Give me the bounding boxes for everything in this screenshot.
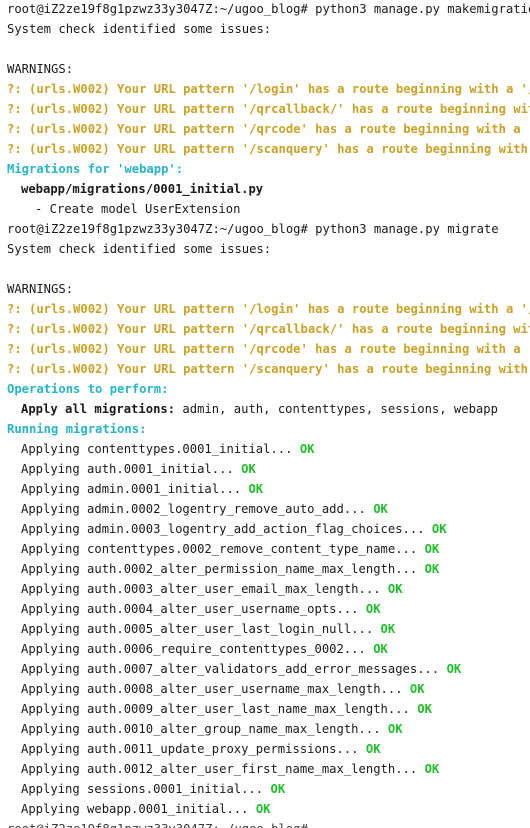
ok-status: OK bbox=[380, 622, 396, 636]
applying-text: Applying auth.0012_alter_user_first_name… bbox=[21, 762, 418, 776]
command-line-makemigrations: root@iZ2ze19f8g1pzwz33y3047Z:~/ugoo_blog… bbox=[7, 2, 530, 16]
applying-text: Applying auth.0008_alter_user_username_m… bbox=[21, 682, 403, 696]
applying-text: Applying auth.0007_alter_validators_add_… bbox=[21, 662, 440, 676]
ok-status: OK bbox=[365, 742, 381, 756]
running-migrations-heading: Running migrations: bbox=[7, 422, 147, 436]
ok-status: OK bbox=[373, 502, 388, 516]
ok-status: OK bbox=[424, 542, 440, 556]
warning-line: ?: (urls.W002) Your URL pattern '/login'… bbox=[7, 82, 530, 96]
applying-text: Applying contenttypes.0001_initial... bbox=[21, 442, 293, 456]
applying-text: Applying auth.0003_alter_user_email_max_… bbox=[21, 582, 381, 596]
ok-status: OK bbox=[431, 522, 447, 536]
ok-status: OK bbox=[248, 482, 264, 496]
applying-line: Applying auth.0007_alter_validators_add_… bbox=[21, 659, 461, 679]
applying-line: Applying contenttypes.0002_remove_conten… bbox=[21, 539, 439, 559]
partial-prompt-line: root@iZ2ze19f8g1pzwz33y3047Z:~/ugoo_blog… bbox=[7, 819, 308, 828]
applying-line: Applying auth.0002_alter_permission_name… bbox=[21, 559, 439, 579]
ok-status: OK bbox=[417, 702, 432, 716]
applying-text: Applying auth.0002_alter_permission_name… bbox=[21, 562, 418, 576]
applying-line: Applying sessions.0001_initial... OK bbox=[21, 779, 285, 799]
apply-all-line: Apply all migrations: admin, auth, conte… bbox=[21, 399, 498, 419]
applying-text: Applying sessions.0001_initial... bbox=[21, 782, 264, 796]
warnings-label: WARNINGS: bbox=[7, 62, 74, 76]
ok-status: OK bbox=[446, 662, 462, 676]
applying-text: Applying auth.0005_alter_user_last_login… bbox=[21, 622, 374, 636]
apply-all-apps: admin, auth, contenttypes, sessions, web… bbox=[175, 402, 498, 416]
migrations-for-heading: Migrations for 'webapp': bbox=[7, 162, 184, 176]
applying-line: Applying auth.0005_alter_user_last_login… bbox=[21, 619, 395, 639]
command-line-migrate: root@iZ2ze19f8g1pzwz33y3047Z:~/ugoo_blog… bbox=[7, 222, 499, 236]
create-model-line: - Create model UserExtension bbox=[35, 202, 241, 216]
applying-line: Applying auth.0004_alter_user_username_o… bbox=[21, 599, 381, 619]
applying-text: Applying webapp.0001_initial... bbox=[21, 802, 249, 816]
applying-text: Applying contenttypes.0002_remove_conten… bbox=[21, 542, 418, 556]
applying-line: Applying admin.0001_initial... OK bbox=[21, 479, 263, 499]
applying-line: Applying admin.0003_logentry_add_action_… bbox=[21, 519, 447, 539]
applying-line: Applying auth.0010_alter_group_name_max_… bbox=[21, 719, 403, 739]
applying-text: Applying auth.0010_alter_group_name_max_… bbox=[21, 722, 381, 736]
apply-all-label: Apply all migrations: bbox=[21, 402, 176, 416]
warning-line: ?: (urls.W002) Your URL pattern '/login'… bbox=[7, 302, 530, 316]
warnings-label: WARNINGS: bbox=[7, 282, 74, 296]
ok-status: OK bbox=[270, 782, 286, 796]
applying-line: Applying auth.0011_update_proxy_permissi… bbox=[21, 739, 381, 759]
warning-line: ?: (urls.W002) Your URL pattern '/scanqu… bbox=[7, 142, 530, 156]
ok-status: OK bbox=[365, 602, 381, 616]
applying-text: Applying auth.0009_alter_user_last_name_… bbox=[21, 702, 410, 716]
warning-line: ?: (urls.W002) Your URL pattern '/qrcode… bbox=[7, 342, 530, 356]
ok-status: OK bbox=[299, 442, 315, 456]
warning-line: ?: (urls.W002) Your URL pattern '/qrcall… bbox=[7, 102, 530, 116]
applying-line: Applying auth.0012_alter_user_first_name… bbox=[21, 759, 439, 779]
applying-text: Applying admin.0003_logentry_add_action_… bbox=[21, 522, 425, 536]
applying-line: Applying auth.0001_initial... OK bbox=[21, 459, 256, 479]
ok-status: OK bbox=[387, 582, 403, 596]
applying-line: Applying webapp.0001_initial... OK bbox=[21, 799, 271, 819]
applying-text: Applying auth.0001_initial... bbox=[21, 462, 234, 476]
applying-text: Applying auth.0004_alter_user_username_o… bbox=[21, 602, 359, 616]
applying-line: Applying auth.0003_alter_user_email_max_… bbox=[21, 579, 403, 599]
applying-line: Applying admin.0002_logentry_remove_auto… bbox=[21, 499, 388, 519]
applying-line: Applying auth.0008_alter_user_username_m… bbox=[21, 679, 425, 699]
migration-file-path: webapp/migrations/0001_initial.py bbox=[21, 182, 264, 196]
applying-line: Applying auth.0009_alter_user_last_name_… bbox=[21, 699, 432, 719]
applying-text: Applying admin.0002_logentry_remove_auto… bbox=[21, 502, 366, 516]
applying-line: Applying contenttypes.0001_initial... OK bbox=[21, 439, 315, 459]
warning-line: ?: (urls.W002) Your URL pattern '/scanqu… bbox=[7, 362, 530, 376]
terminal-output[interactable]: root@iZ2ze19f8g1pzwz33y3047Z:~/ugoo_blog… bbox=[0, 0, 530, 828]
ok-status: OK bbox=[255, 802, 271, 816]
applying-line: Applying auth.0006_require_contenttypes_… bbox=[21, 639, 388, 659]
ok-status: OK bbox=[424, 562, 440, 576]
warning-line: ?: (urls.W002) Your URL pattern '/qrcode… bbox=[7, 122, 530, 136]
applying-text: Applying auth.0011_update_proxy_permissi… bbox=[21, 742, 359, 756]
ok-status: OK bbox=[373, 642, 388, 656]
ok-status: OK bbox=[387, 722, 403, 736]
ok-status: OK bbox=[241, 462, 256, 476]
system-check-message: System check identified some issues: bbox=[7, 22, 272, 36]
ok-status: OK bbox=[424, 762, 440, 776]
applying-text: Applying auth.0006_require_contenttypes_… bbox=[21, 642, 366, 656]
applying-text: Applying admin.0001_initial... bbox=[21, 482, 242, 496]
warning-line: ?: (urls.W002) Your URL pattern '/qrcall… bbox=[7, 322, 530, 336]
system-check-message: System check identified some issues: bbox=[7, 242, 272, 256]
ok-status: OK bbox=[409, 682, 425, 696]
operations-heading: Operations to perform: bbox=[7, 382, 169, 396]
